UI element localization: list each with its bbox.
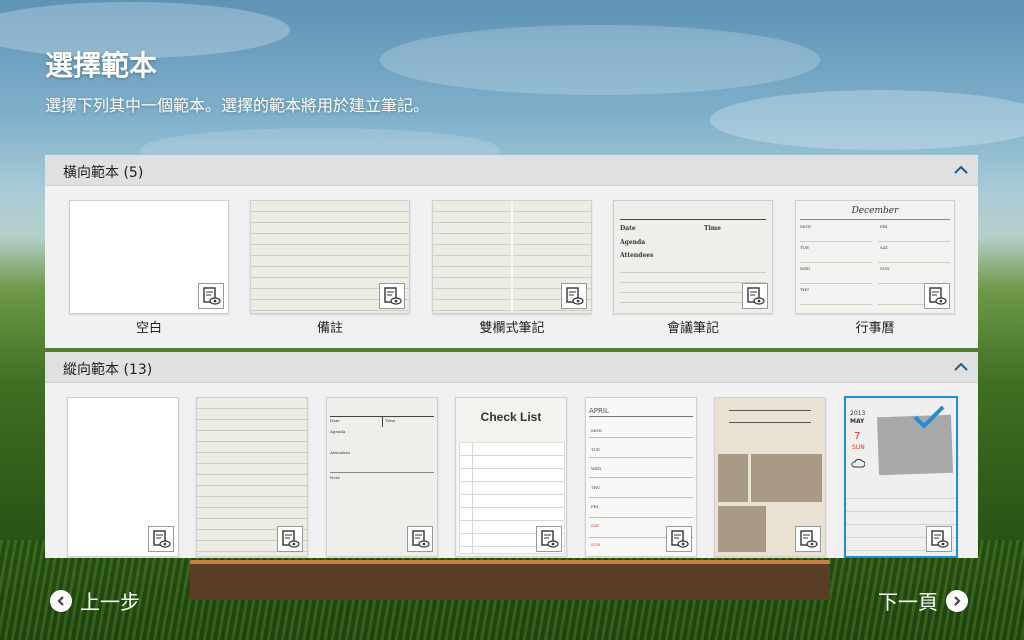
preview-icon[interactable] [926, 526, 952, 552]
preview-icon[interactable] [407, 526, 433, 552]
landscape-template-label: 會議筆記 [666, 321, 719, 336]
notebook-decoration [190, 560, 830, 600]
rule-line [589, 416, 693, 417]
landscape-section-header[interactable]: 橫向範本 (5) [45, 155, 978, 186]
portrait-template-meeting[interactable]: Date Time Agenda Attendees Note [326, 397, 438, 557]
column-divider [511, 201, 513, 313]
weekday-label: WED [591, 466, 602, 471]
page-title: 選擇範本 [45, 49, 158, 82]
weekday-label: THU [591, 485, 601, 490]
rule-line [620, 219, 766, 220]
weekday-label: TUE [591, 447, 600, 452]
preview-icon[interactable] [379, 283, 405, 309]
april-label: APRIL [589, 407, 609, 415]
year-label: 2013 [850, 410, 866, 417]
portrait-template-checklist[interactable]: Check List [455, 397, 567, 557]
landscape-template-two-column[interactable] [432, 200, 592, 314]
weekday-label: MON [800, 224, 811, 229]
preview-icon[interactable] [148, 526, 174, 552]
chevron-right-icon [946, 589, 968, 612]
landscape-template-label: 行事曆 [855, 321, 895, 336]
date-label: Date [330, 418, 340, 423]
chevron-up-icon[interactable] [952, 161, 970, 179]
weekday-label: FRI [880, 224, 888, 229]
preview-icon[interactable] [536, 526, 562, 552]
check-icon [913, 405, 945, 429]
time-label: Time [704, 225, 721, 232]
rule-line [382, 417, 383, 427]
agenda-label: Agenda [620, 239, 646, 246]
date-label: Date [620, 225, 636, 232]
agenda-label: Agenda [330, 429, 346, 434]
checklist-title: Check List [480, 410, 542, 424]
landscape-template-meeting[interactable]: Date Time Agenda Attendees [613, 200, 773, 314]
landscape-templates-panel: 橫向範本 (5) 空白 備註 雙欄式筆記 Date Time Agenda At… [45, 155, 978, 348]
next-button[interactable]: 下一頁 [878, 586, 968, 615]
preview-icon[interactable] [666, 526, 692, 552]
image-placeholder [751, 454, 822, 502]
rule-line [800, 219, 950, 220]
rule-line [330, 472, 434, 473]
prev-button-label: 上一步 [80, 590, 140, 614]
weekday-label: MON [591, 428, 602, 433]
landscape-section-title: 橫向範本 (5) [63, 165, 144, 181]
attendees-label: Attendees [330, 450, 351, 455]
landscape-template-label: 雙欄式筆記 [479, 321, 545, 336]
chevron-left-icon [50, 589, 72, 612]
cloud-icon [851, 458, 865, 468]
prev-button[interactable]: 上一步 [50, 586, 140, 615]
weekday-label: SUN [852, 444, 865, 451]
preview-icon[interactable] [198, 283, 224, 309]
portrait-template-lined[interactable] [196, 397, 308, 557]
calendar-left-lines [800, 221, 872, 306]
weekday-label: SAT [880, 245, 889, 250]
chevron-up-icon[interactable] [952, 358, 970, 376]
preview-icon[interactable] [277, 526, 303, 552]
portrait-templates-panel: 縱向範本 (13) Date Time Agenda Attendees Not… [45, 352, 978, 558]
rule-line [729, 410, 811, 411]
time-label: Time [385, 418, 396, 423]
portrait-template-diary-selected[interactable]: 2013 MAY 7 SUN [844, 396, 958, 558]
weekday-label: TUE [800, 245, 809, 250]
weekday-label: SUN [880, 266, 890, 271]
day-number: 7 [854, 431, 861, 442]
portrait-section-title: 縱向範本 (13) [63, 362, 153, 378]
note-label: Note [330, 475, 340, 480]
landscape-template-memo[interactable] [250, 200, 410, 314]
weekday-label: SUN [591, 542, 601, 547]
landscape-template-blank[interactable] [69, 200, 229, 314]
image-placeholder [718, 506, 766, 552]
preview-icon[interactable] [924, 283, 950, 309]
weekday-label: FRI [591, 504, 599, 509]
portrait-section-header[interactable]: 縱向範本 (13) [45, 352, 978, 383]
preview-icon[interactable] [742, 283, 768, 309]
preview-icon[interactable] [795, 526, 821, 552]
preview-icon[interactable] [561, 283, 587, 309]
weekday-label: WED [800, 266, 811, 271]
rule-line [729, 422, 811, 423]
portrait-template-weekly[interactable]: APRIL MON TUE WED THU FRI SAT SUN [585, 397, 697, 557]
image-placeholder [718, 454, 748, 502]
landscape-template-label: 空白 [135, 321, 162, 336]
portrait-template-photo[interactable] [714, 397, 826, 557]
next-button-label: 下一頁 [878, 590, 938, 614]
landscape-template-label: 備註 [316, 321, 343, 336]
weekday-label: SAT [591, 523, 600, 528]
landscape-template-calendar[interactable]: December MON TUE WED THU FRI SAT SUN [795, 200, 955, 314]
attendees-label: Attendees [620, 252, 654, 259]
page-subtitle: 選擇下列其中一個範本。選擇的範本將用於建立筆記。 [45, 96, 430, 115]
weekday-label: THU [800, 287, 810, 292]
month-label: MAY [850, 418, 865, 425]
month-label: December [851, 206, 899, 216]
portrait-template-blank[interactable] [67, 397, 179, 557]
